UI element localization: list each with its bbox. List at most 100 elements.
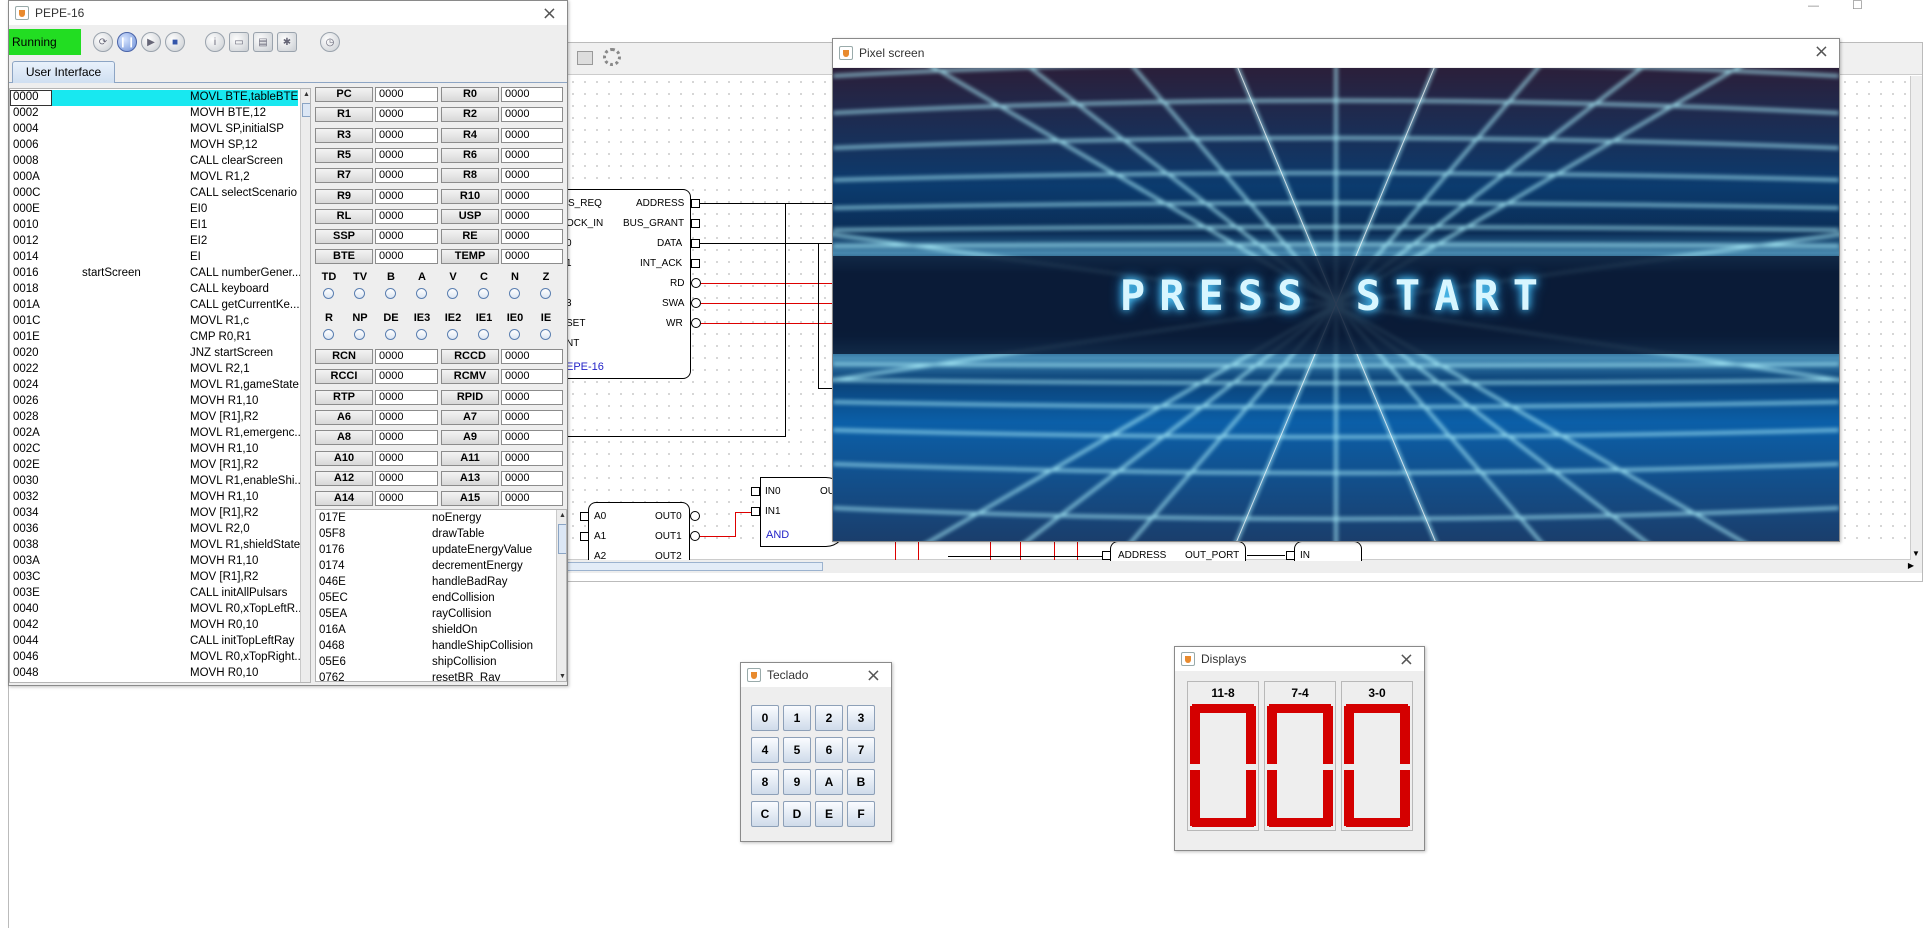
clock-icon[interactable]: ◷ bbox=[320, 32, 340, 52]
code-row[interactable]: 0008 CALL clearScreen bbox=[10, 154, 310, 170]
reg-value-a12[interactable]: 0000 bbox=[375, 470, 438, 486]
code-row[interactable]: 003C MOV [R1],R2 bbox=[10, 570, 310, 586]
scroll-right-arrow[interactable]: ▶ bbox=[1908, 561, 1914, 570]
code-row[interactable]: 0048 MOVH R0,10 bbox=[10, 666, 310, 682]
decoder-out1-port[interactable] bbox=[690, 531, 700, 541]
symbol-row[interactable]: 0174 decrementEnergy bbox=[316, 560, 566, 576]
key-f[interactable]: F bbox=[847, 801, 875, 827]
keypad-titlebar[interactable]: Teclado × bbox=[741, 663, 891, 687]
symbol-row[interactable]: 046E handleBadRay bbox=[316, 576, 566, 592]
code-row[interactable]: 0026 MOVH R1,10 bbox=[10, 394, 310, 410]
reg-value-a15[interactable]: 0000 bbox=[501, 491, 563, 507]
code-row[interactable]: 002A MOVL R1,emergenc... bbox=[10, 426, 310, 442]
reg-value-r10[interactable]: 0000 bbox=[501, 188, 563, 204]
scroll-up-arrow[interactable]: ▲ bbox=[301, 89, 310, 101]
flag-radio-n[interactable] bbox=[509, 288, 520, 299]
reg-value-r3[interactable]: 0000 bbox=[375, 127, 438, 143]
key-8[interactable]: 8 bbox=[751, 769, 779, 795]
reg-value-bte[interactable]: 0000 bbox=[375, 249, 438, 265]
reg-value-rpid[interactable]: 0000 bbox=[501, 389, 563, 405]
symbol-list[interactable]: 017E noEnergy 05F8 drawTable 0176 updateEnerg… bbox=[315, 509, 567, 682]
pause-icon[interactable]: ❙❙ bbox=[117, 32, 137, 52]
symbol-row[interactable]: 05EC endCollision bbox=[316, 592, 566, 608]
key-c[interactable]: C bbox=[751, 801, 779, 827]
code-row[interactable]: 0010 EI1 bbox=[10, 218, 310, 234]
reg-value-rtp[interactable]: 0000 bbox=[375, 389, 438, 405]
close-icon[interactable]: × bbox=[542, 3, 557, 24]
reg-value-r7[interactable]: 0000 bbox=[375, 168, 438, 184]
decoder-a1-port[interactable] bbox=[580, 532, 589, 541]
reg-value-r2[interactable]: 0000 bbox=[501, 107, 563, 123]
flag-radio-ie2[interactable] bbox=[447, 329, 458, 340]
code-row[interactable]: 0006 MOVH SP,12 bbox=[10, 138, 310, 154]
flag-radio-a[interactable] bbox=[416, 288, 427, 299]
key-d[interactable]: D bbox=[783, 801, 811, 827]
code-scroll-thumb[interactable] bbox=[302, 103, 310, 117]
key-b[interactable]: B bbox=[847, 769, 875, 795]
reg-value-usp[interactable]: 0000 bbox=[501, 208, 563, 224]
step-over-icon[interactable]: ⟳ bbox=[93, 32, 113, 52]
reg-value-re[interactable]: 0000 bbox=[501, 229, 563, 245]
symbol-row[interactable]: 05E6 shipCollision bbox=[316, 656, 566, 672]
reg-value-r0[interactable]: 0000 bbox=[501, 87, 563, 102]
reg-value-rcmv[interactable]: 0000 bbox=[501, 369, 563, 385]
print-icon[interactable] bbox=[577, 51, 593, 65]
symbol-row[interactable]: 05EA rayCollision bbox=[316, 608, 566, 624]
reg-value-rl[interactable]: 0000 bbox=[375, 208, 438, 224]
circuit-h-scrollbar[interactable]: ▶ bbox=[567, 559, 1922, 573]
reg-value-a9[interactable]: 0000 bbox=[501, 430, 563, 446]
key-3[interactable]: 3 bbox=[847, 705, 875, 731]
reg-value-r6[interactable]: 0000 bbox=[501, 147, 563, 163]
close-icon[interactable]: × bbox=[866, 665, 881, 686]
scroll-down-arrow[interactable]: ▼ bbox=[557, 671, 566, 681]
symbol-row[interactable]: 0176 updateEnergyValue bbox=[316, 544, 566, 560]
code-row[interactable]: 0046 MOVL R0,xTopRight... bbox=[10, 650, 310, 666]
save-icon[interactable]: ▤ bbox=[253, 32, 273, 52]
pepe-pin-bus-grant-port[interactable] bbox=[691, 219, 700, 228]
key-9[interactable]: 9 bbox=[783, 769, 811, 795]
key-6[interactable]: 6 bbox=[815, 737, 843, 763]
code-row[interactable]: 003E CALL initAllPulsars bbox=[10, 586, 310, 602]
key-5[interactable]: 5 bbox=[783, 737, 811, 763]
pixel-screen-titlebar[interactable]: Pixel screen × bbox=[833, 39, 1839, 67]
code-row[interactable]: 0002 MOVH BTE,12 bbox=[10, 106, 310, 122]
pepe-pin-wr-port[interactable] bbox=[691, 318, 701, 328]
code-row[interactable]: 0024 MOVL R1,gameState bbox=[10, 378, 310, 394]
flag-radio-z[interactable] bbox=[540, 288, 551, 299]
reg-value-rcci[interactable]: 0000 bbox=[375, 369, 438, 385]
reg-value-a6[interactable]: 0000 bbox=[375, 409, 438, 425]
code-row[interactable]: 0030 MOVL R1,enableShi... bbox=[10, 474, 310, 490]
flag-radio-de[interactable] bbox=[385, 329, 396, 340]
flag-radio-np[interactable] bbox=[354, 329, 365, 340]
pixel-screen-canvas[interactable]: PRESS START bbox=[833, 68, 1839, 541]
decoder-out0-port[interactable] bbox=[690, 511, 700, 521]
code-row[interactable]: 0044 CALL initTopLeftRay bbox=[10, 634, 310, 650]
key-0[interactable]: 0 bbox=[751, 705, 779, 731]
code-row[interactable]: 000E EI0 bbox=[10, 202, 310, 218]
flag-radio-r[interactable] bbox=[323, 329, 334, 340]
tab-user-interface[interactable]: User Interface bbox=[12, 61, 115, 83]
code-row[interactable]: 0014 EI bbox=[10, 250, 310, 266]
key-1[interactable]: 1 bbox=[783, 705, 811, 731]
code-row[interactable]: 0028 MOV [R1],R2 bbox=[10, 410, 310, 426]
symbol-row[interactable]: 05F8 drawTable bbox=[316, 528, 566, 544]
stop-icon[interactable]: ■ bbox=[165, 32, 185, 52]
code-row[interactable]: 002E MOV [R1],R2 bbox=[10, 458, 310, 474]
reg-value-a8[interactable]: 0000 bbox=[375, 430, 438, 446]
reg-value-r8[interactable]: 0000 bbox=[501, 168, 563, 184]
code-row[interactable]: 0004 MOVL SP,initialSP bbox=[10, 122, 310, 138]
flag-radio-ie1[interactable] bbox=[478, 329, 489, 340]
close-icon[interactable]: × bbox=[1399, 649, 1414, 670]
key-e[interactable]: E bbox=[815, 801, 843, 827]
flag-radio-ie[interactable] bbox=[540, 329, 551, 340]
symbol-row[interactable]: 0468 handleShipCollision bbox=[316, 640, 566, 656]
reg-value-r5[interactable]: 0000 bbox=[375, 147, 438, 163]
and-in0-port[interactable] bbox=[751, 487, 760, 496]
code-row[interactable]: 0022 MOVL R2,1 bbox=[10, 362, 310, 378]
code-listing[interactable]: 0000 MOVL BTE,tableBTE 0002 MOVH BTE,12 0004… bbox=[9, 88, 311, 683]
flag-radio-tv[interactable] bbox=[354, 288, 365, 299]
open-folder-icon[interactable]: ▭ bbox=[229, 32, 249, 52]
code-row[interactable]: 003A MOVH R1,10 bbox=[10, 554, 310, 570]
flag-radio-ie3[interactable] bbox=[416, 329, 427, 340]
code-row[interactable]: 001E CMP R0,R1 bbox=[10, 330, 310, 346]
